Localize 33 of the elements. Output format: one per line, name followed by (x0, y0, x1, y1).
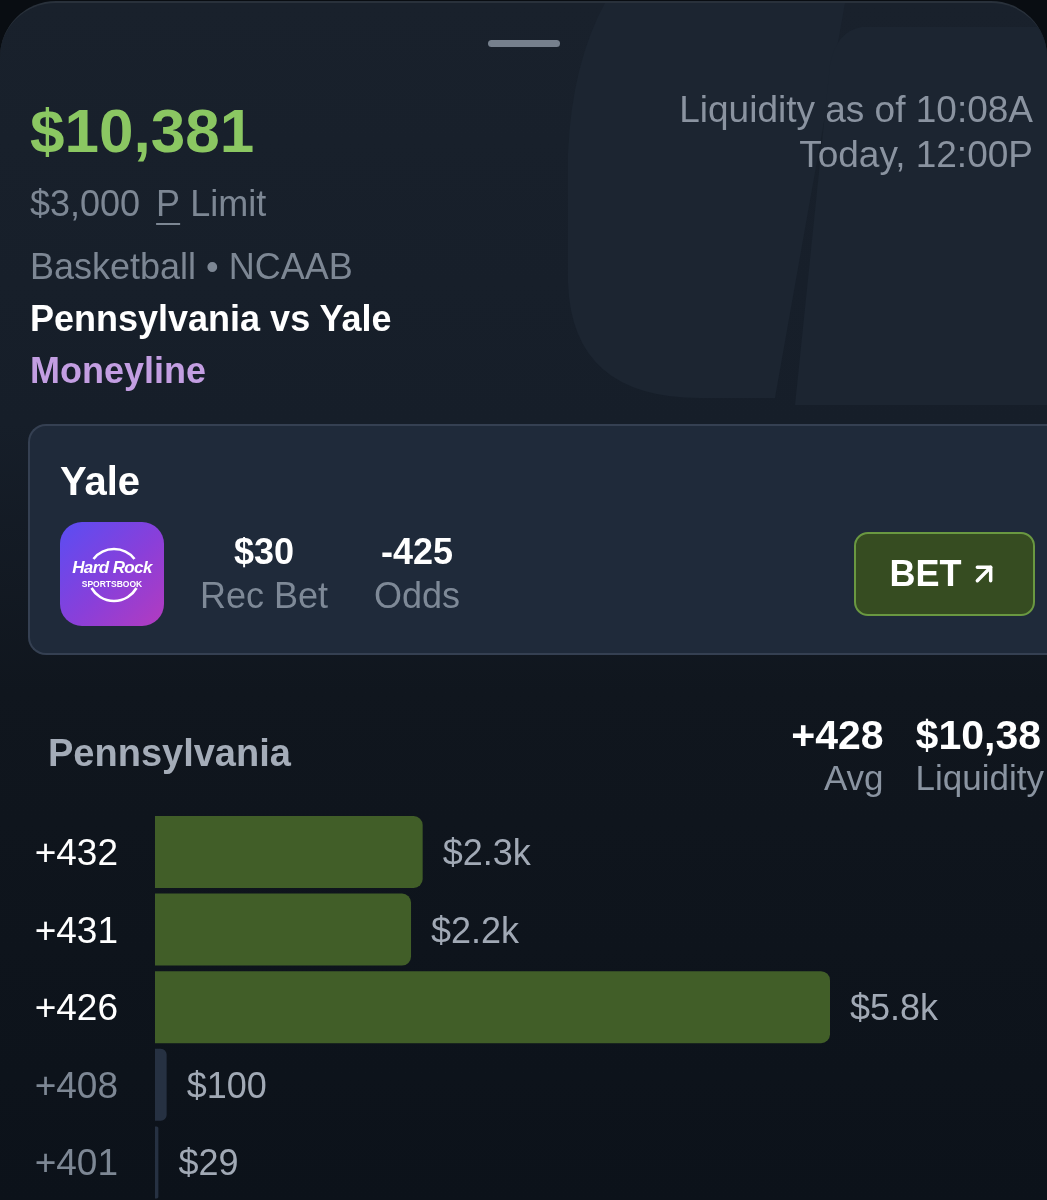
amount-label: $2.3k (442, 832, 531, 873)
stat-value: -425 (381, 530, 454, 574)
amount-label: $2.2k (431, 909, 520, 951)
logo-wordmark: Hard Rock (72, 559, 152, 577)
ladder-stat-value: +428 (791, 712, 884, 758)
team-name: Yale (60, 458, 142, 505)
limit-amount: $3,000 (30, 182, 141, 225)
odds-label: +432 (34, 832, 118, 873)
odds-label: +408 (34, 1064, 118, 1106)
odds-label: +431 (34, 909, 118, 951)
amount-label: $29 (178, 1142, 239, 1184)
ladder-stat-value: $10,38 (915, 712, 1041, 758)
stat-label: Rec Bet (200, 574, 329, 618)
drag-handle[interactable] (487, 40, 560, 47)
book-letter: P (156, 182, 181, 225)
amount-label: $100 (186, 1064, 267, 1106)
odds-label: +426 (34, 987, 118, 1029)
ladder-team-name: Pennsylvania (48, 731, 291, 776)
ladder-stat-label: Liquidity (915, 758, 1044, 798)
liquidity-total: $10,381 (30, 97, 256, 165)
stat-label: Odds (374, 574, 461, 618)
amount-label: $5.8k (850, 987, 939, 1029)
logo-tagline: SPORTSBOOK (81, 579, 143, 589)
limit-label: Limit (190, 182, 267, 225)
odds-label: +401 (34, 1142, 118, 1184)
market-type: Moneyline (30, 349, 208, 392)
ladder-stat-label: Avg (823, 758, 884, 798)
game-time: Today, 12:00P (799, 133, 1033, 177)
liquidity-timestamp: Liquidity as of 10:08A (679, 88, 1033, 132)
stat-value: $30 (234, 530, 295, 574)
sport-league: Basketball • NCAAB (30, 245, 354, 288)
matchup-title: Pennsylvania vs Yale (30, 297, 392, 340)
bet-button[interactable]: BET (854, 532, 1035, 616)
